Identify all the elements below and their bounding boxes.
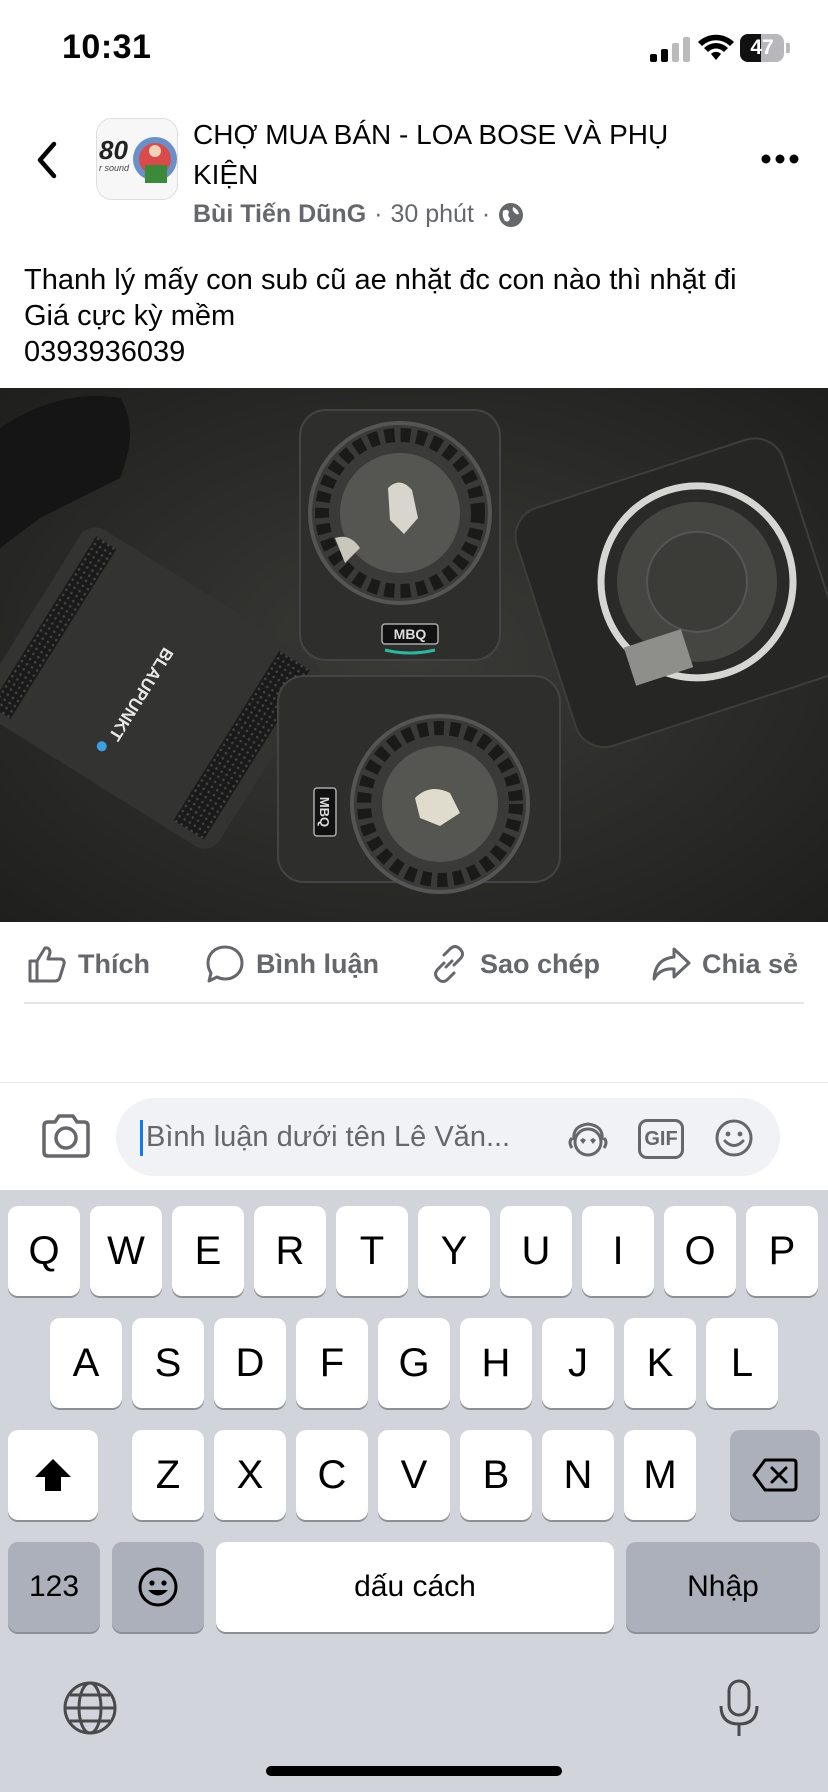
space-key[interactable]: dấu cách: [216, 1542, 614, 1632]
avatar-sticker-icon[interactable]: [566, 1118, 610, 1158]
copy-label: Sao chép: [480, 948, 601, 979]
key-r[interactable]: R: [254, 1206, 326, 1296]
svg-text:r sound: r sound: [99, 163, 130, 173]
like-button[interactable]: Thích: [26, 920, 150, 1008]
key-d[interactable]: D: [214, 1318, 286, 1408]
key-n[interactable]: N: [542, 1430, 614, 1520]
key-m[interactable]: M: [624, 1430, 696, 1520]
post-meta: Bùi Tiến DũnG · 30 phút ·: [193, 200, 524, 229]
enter-key[interactable]: Nhập: [626, 1542, 820, 1632]
key-j[interactable]: J: [542, 1318, 614, 1408]
emoji-icon[interactable]: [712, 1118, 756, 1158]
globe-icon: [499, 202, 524, 227]
key-s[interactable]: S: [132, 1318, 204, 1408]
share-arrow-icon: [652, 947, 691, 981]
photo-label: MBQ: [394, 626, 427, 642]
post-actions: Thích Bình luận Sao chép Chia sẻ: [0, 920, 828, 1008]
thumbs-up-icon: [28, 946, 66, 983]
post-line: Giá cực kỳ mềm: [24, 300, 236, 332]
key-z[interactable]: Z: [132, 1430, 204, 1520]
comment-field[interactable]: GIF: [116, 1098, 780, 1176]
link-icon: [434, 945, 464, 983]
delete-key[interactable]: [730, 1430, 820, 1520]
battery-level: 47: [750, 36, 774, 59]
home-indicator: [266, 1766, 562, 1776]
key-c[interactable]: C: [296, 1430, 368, 1520]
key-k[interactable]: K: [624, 1318, 696, 1408]
gif-label: GIF: [644, 1127, 678, 1150]
post-text: Thanh lý mấy con sub cũ ae nhặt đc con n…: [24, 262, 814, 370]
like-label: Thích: [78, 948, 150, 979]
key-f[interactable]: F: [296, 1318, 368, 1408]
emoji-key[interactable]: [112, 1542, 204, 1632]
numbers-key[interactable]: 123: [8, 1542, 100, 1632]
key-q[interactable]: Q: [8, 1206, 80, 1296]
share-button[interactable]: Chia sẻ: [650, 920, 798, 1008]
photo-label: MBQ: [317, 797, 332, 827]
post-photo[interactable]: BLAUPUNKT MBQ MBQ: [0, 388, 828, 922]
key-t[interactable]: T: [336, 1206, 408, 1296]
group-avatar[interactable]: 80 r sound: [96, 118, 178, 200]
key-e[interactable]: E: [172, 1206, 244, 1296]
back-button[interactable]: [30, 140, 66, 180]
key-v[interactable]: V: [378, 1430, 450, 1520]
post-time[interactable]: 30 phút: [390, 200, 473, 229]
backspace-icon: [752, 1458, 798, 1492]
key-u[interactable]: U: [500, 1206, 572, 1296]
key-l[interactable]: L: [706, 1318, 778, 1408]
cellular-signal-icon: [650, 37, 690, 62]
comment-label: Bình luận: [256, 948, 379, 979]
gif-button[interactable]: GIF: [638, 1119, 684, 1159]
key-w[interactable]: W: [90, 1206, 162, 1296]
comment-button[interactable]: Bình luận: [204, 920, 379, 1008]
share-label: Chia sẻ: [702, 948, 799, 979]
avatar-text: 80: [99, 135, 128, 165]
post-line: Thanh lý mấy con sub cũ ae nhặt đc con n…: [24, 264, 737, 296]
status-time: 10:31: [62, 28, 152, 66]
key-o[interactable]: O: [664, 1206, 736, 1296]
key-b[interactable]: B: [460, 1430, 532, 1520]
meta-separator: ·: [374, 200, 383, 228]
divider: [24, 1002, 804, 1004]
copy-link-button[interactable]: Sao chép: [428, 920, 600, 1008]
globe-icon[interactable]: [62, 1680, 118, 1736]
shift-icon: [35, 1459, 71, 1491]
group-name[interactable]: CHỢ MUA BÁN - LOA BOSE VÀ PHỤ KIỆN: [193, 115, 713, 195]
keyboard: Q W E R T Y U I O P A S D F G H J K L Z …: [0, 1190, 828, 1792]
key-a[interactable]: A: [50, 1318, 122, 1408]
shift-key[interactable]: [8, 1430, 98, 1520]
wifi-icon: [698, 34, 734, 60]
battery-icon: 47: [740, 34, 790, 62]
post-phone[interactable]: 0393936039: [24, 334, 814, 370]
key-i[interactable]: I: [582, 1206, 654, 1296]
key-y[interactable]: Y: [418, 1206, 490, 1296]
emoji-icon: [138, 1567, 178, 1607]
meta-separator: ·: [481, 200, 491, 228]
more-options-button[interactable]: [760, 146, 800, 172]
comment-input[interactable]: [140, 1098, 566, 1176]
author-name[interactable]: Bùi Tiến DũnG: [193, 200, 366, 229]
camera-icon[interactable]: [40, 1112, 92, 1160]
microphone-icon[interactable]: [714, 1678, 764, 1740]
key-h[interactable]: H: [460, 1318, 532, 1408]
text-cursor: [140, 1120, 143, 1156]
comment-bubble-icon: [206, 945, 244, 983]
key-g[interactable]: G: [378, 1318, 450, 1408]
key-x[interactable]: X: [214, 1430, 286, 1520]
key-p[interactable]: P: [746, 1206, 818, 1296]
